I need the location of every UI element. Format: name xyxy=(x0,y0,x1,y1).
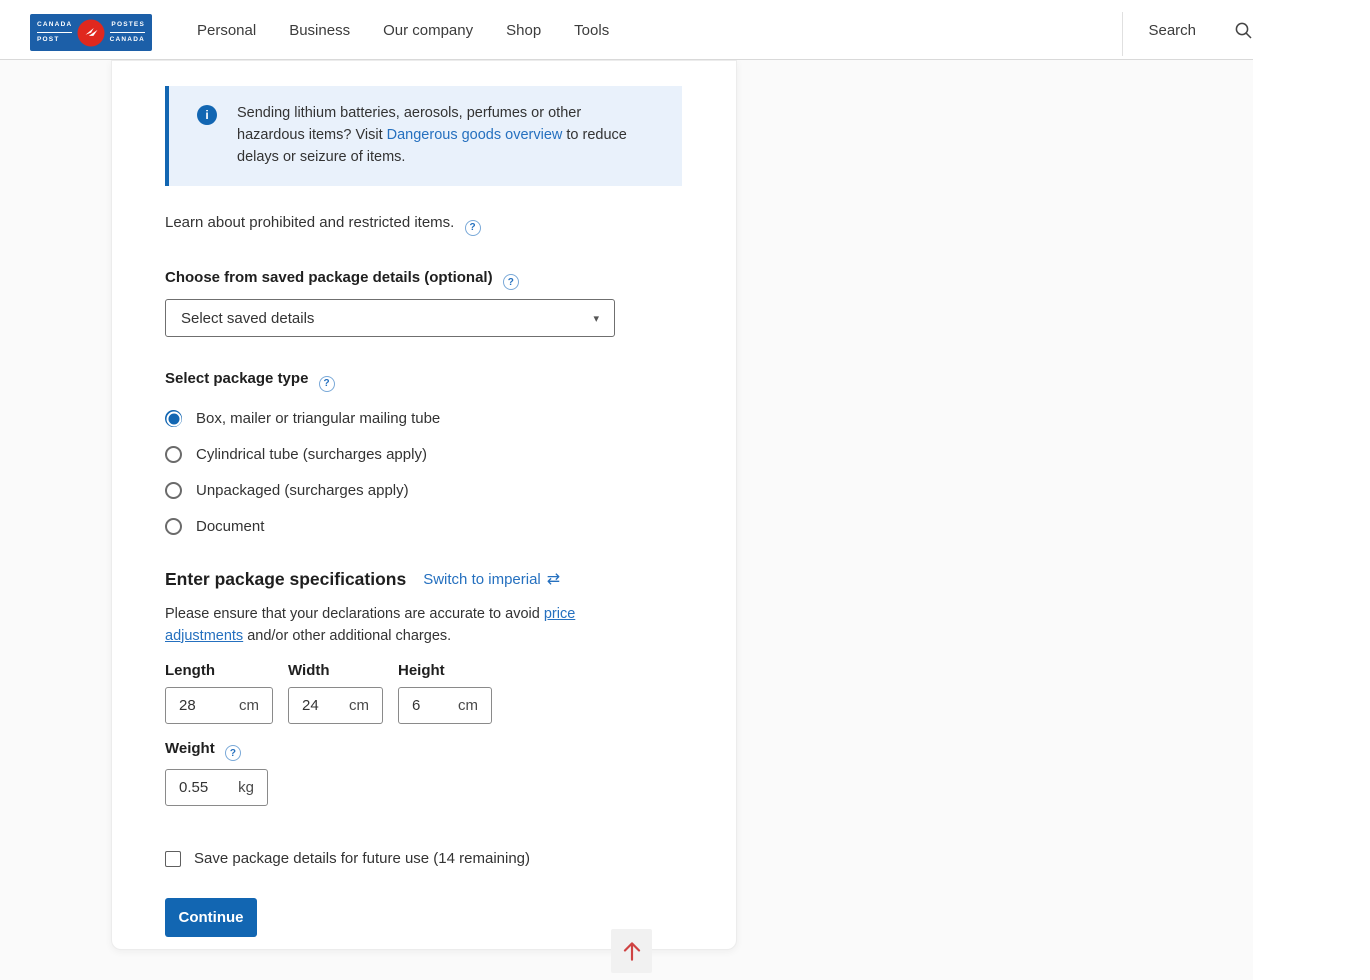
width-input[interactable] xyxy=(302,697,347,714)
radio-button[interactable] xyxy=(165,518,182,535)
package-type-label-row: Select package type ? xyxy=(165,370,736,392)
saved-details-label-row: Choose from saved package details (optio… xyxy=(165,269,736,291)
canada-post-logo[interactable]: CANADA POST POSTES CANADA xyxy=(30,14,152,51)
nav-item-personal[interactable]: Personal xyxy=(197,22,256,39)
specs-note-after: and/or other additional charges. xyxy=(243,628,451,644)
swap-arrows-icon: ⇄ xyxy=(547,569,560,589)
specs-heading-row: Enter package specifications Switch to i… xyxy=(165,569,736,590)
banner-text: Sending lithium batteries, aerosols, per… xyxy=(237,102,649,170)
width-label: Width xyxy=(288,662,383,679)
chevron-down-icon: ▾ xyxy=(593,312,599,325)
info-icon: i xyxy=(197,105,217,125)
switch-to-imperial-label: Switch to imperial xyxy=(423,571,541,588)
saved-details-dropdown[interactable]: Select saved details ▾ xyxy=(165,299,615,337)
save-package-details-row[interactable]: Save package details for future use (14 … xyxy=(165,850,736,867)
specs-note-before: Please ensure that your declarations are… xyxy=(165,606,544,622)
radio-label: Cylindrical tube (surcharges apply) xyxy=(196,446,427,463)
length-input-box: cm xyxy=(165,687,273,724)
height-unit: cm xyxy=(458,697,478,714)
package-details-card: i Sending lithium batteries, aerosols, p… xyxy=(111,60,737,950)
width-field-group: Width cm xyxy=(288,662,383,724)
weight-help-icon[interactable]: ? xyxy=(225,745,241,761)
package-type-options: Box, mailer or triangular mailing tube C… xyxy=(165,410,736,536)
height-input-box: cm xyxy=(398,687,492,724)
main-nav: Personal Business Our company Shop Tools xyxy=(197,0,609,60)
logo-text-left: CANADA POST xyxy=(37,19,72,47)
header-divider xyxy=(1122,12,1123,56)
saved-details-dropdown-value: Select saved details xyxy=(181,310,314,327)
length-unit: cm xyxy=(239,697,259,714)
search-label[interactable]: Search xyxy=(1148,22,1196,39)
header-border xyxy=(0,59,1253,60)
search-icon[interactable] xyxy=(1234,21,1253,40)
radio-option-box-mailer[interactable]: Box, mailer or triangular mailing tube xyxy=(165,410,736,428)
prohibited-items-text: Learn about prohibited and restricted it… xyxy=(165,214,454,231)
length-input[interactable] xyxy=(179,697,224,714)
radio-label: Document xyxy=(196,518,264,535)
width-unit: cm xyxy=(349,697,369,714)
back-to-top-button[interactable] xyxy=(611,929,652,973)
specs-heading: Enter package specifications xyxy=(165,569,406,590)
radio-label: Unpackaged (surcharges apply) xyxy=(196,482,409,499)
radio-label: Box, mailer or triangular mailing tube xyxy=(196,410,440,427)
radio-option-unpackaged[interactable]: Unpackaged (surcharges apply) xyxy=(165,482,736,500)
prohibited-help-icon[interactable]: ? xyxy=(465,220,481,236)
weight-input-row: kg xyxy=(165,769,736,806)
weight-input[interactable] xyxy=(179,779,224,796)
prohibited-items-row: Learn about prohibited and restricted it… xyxy=(165,214,736,236)
weight-label: Weight xyxy=(165,740,215,757)
up-arrow-icon xyxy=(619,938,645,964)
switch-to-imperial-link[interactable]: Switch to imperial ⇄ xyxy=(423,569,560,589)
height-input[interactable] xyxy=(412,697,457,714)
nav-item-our-company[interactable]: Our company xyxy=(383,22,473,39)
saved-details-help-icon[interactable]: ? xyxy=(503,274,519,290)
search-area: Search xyxy=(1148,0,1253,60)
height-label: Height xyxy=(398,662,492,679)
height-field-group: Height cm xyxy=(398,662,492,724)
logo-text-right: POSTES CANADA xyxy=(110,19,145,47)
length-field-group: Length cm xyxy=(165,662,273,724)
nav-item-tools[interactable]: Tools xyxy=(574,22,609,39)
top-navigation-bar: CANADA POST POSTES CANADA Personal Busin… xyxy=(0,0,1370,60)
saved-details-label: Choose from saved package details (optio… xyxy=(165,269,493,286)
specs-note: Please ensure that your declarations are… xyxy=(165,603,610,647)
weight-label-row: Weight ? xyxy=(165,740,736,762)
hazardous-items-banner: i Sending lithium batteries, aerosols, p… xyxy=(165,86,682,186)
dimensions-row: Length cm Width cm Height cm xyxy=(165,662,736,724)
radio-button[interactable] xyxy=(165,410,182,427)
width-input-box: cm xyxy=(288,687,383,724)
radio-button[interactable] xyxy=(165,482,182,499)
weight-input-box: kg xyxy=(165,769,268,806)
continue-button[interactable]: Continue xyxy=(165,898,257,937)
radio-option-cylindrical-tube[interactable]: Cylindrical tube (surcharges apply) xyxy=(165,446,736,464)
radio-button[interactable] xyxy=(165,446,182,463)
weight-unit: kg xyxy=(238,779,254,796)
save-package-label: Save package details for future use (14 … xyxy=(194,850,530,867)
canada-post-wing-icon xyxy=(78,19,105,46)
radio-option-document[interactable]: Document xyxy=(165,518,736,536)
package-type-label: Select package type xyxy=(165,370,308,387)
length-label: Length xyxy=(165,662,273,679)
nav-item-shop[interactable]: Shop xyxy=(506,22,541,39)
package-type-help-icon[interactable]: ? xyxy=(319,376,335,392)
save-package-checkbox[interactable] xyxy=(165,851,181,867)
nav-item-business[interactable]: Business xyxy=(289,22,350,39)
dangerous-goods-link[interactable]: Dangerous goods overview xyxy=(387,127,563,143)
